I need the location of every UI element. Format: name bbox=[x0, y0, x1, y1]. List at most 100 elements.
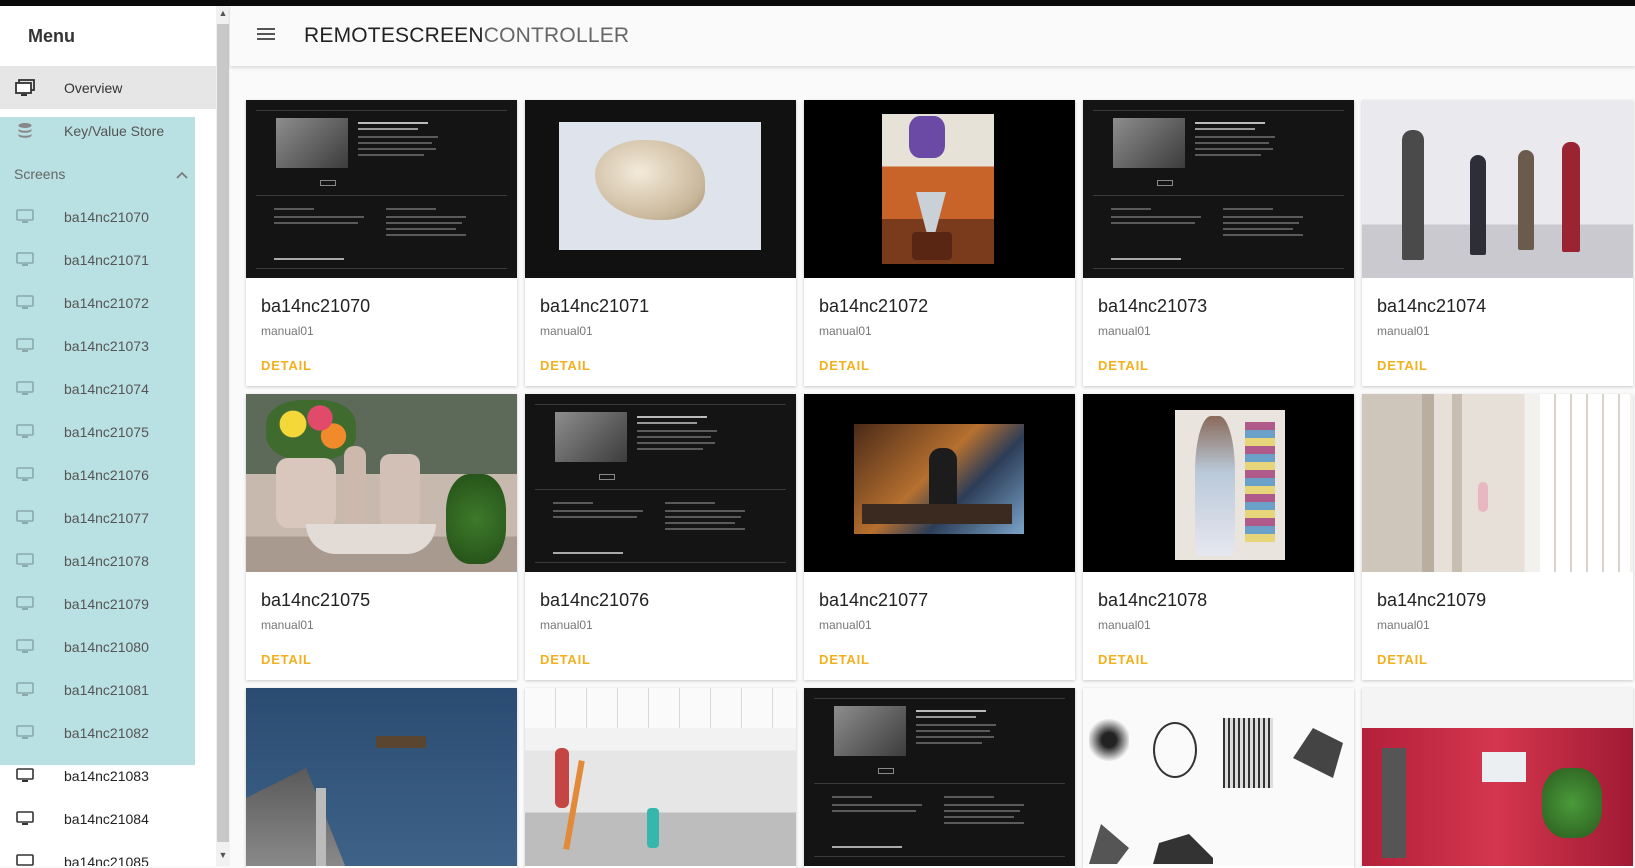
sidebar-screen-label: ba14nc21084 bbox=[64, 810, 149, 827]
menu-toggle-button[interactable] bbox=[242, 27, 290, 46]
desktop-icon bbox=[0, 681, 64, 698]
card-title: ba14nc21076 bbox=[540, 590, 650, 610]
card-subtitle: manual01 bbox=[540, 324, 593, 338]
sidebar-item-key-value-store[interactable]: Key/Value Store bbox=[0, 109, 216, 152]
screen-card bbox=[1362, 688, 1633, 868]
sidebar-screen-label: ba14nc21074 bbox=[64, 380, 149, 397]
detail-button[interactable]: DETAIL bbox=[540, 358, 591, 373]
sidebar-screen-item[interactable]: ba14nc21078 bbox=[0, 539, 216, 582]
sidebar-screen-item[interactable]: ba14nc21081 bbox=[0, 668, 216, 711]
screen-card bbox=[1083, 688, 1354, 868]
sidebar-screen-label: ba14nc21077 bbox=[64, 509, 149, 526]
sidebar-item-overview[interactable]: Overview bbox=[0, 66, 216, 109]
screen-thumbnail[interactable] bbox=[246, 394, 517, 572]
sidebar-screen-item[interactable]: ba14nc21075 bbox=[0, 410, 216, 453]
detail-button[interactable]: DETAIL bbox=[819, 358, 870, 373]
desktop-icon bbox=[0, 208, 64, 225]
screen-thumbnail[interactable] bbox=[804, 688, 1075, 866]
sidebar-screen-label: ba14nc21082 bbox=[64, 724, 149, 741]
sidebar-item-label: Key/Value Store bbox=[64, 122, 165, 139]
sidebar-screen-item[interactable]: ba14nc21083 bbox=[0, 754, 216, 797]
desktop-icon bbox=[0, 810, 64, 827]
card-info: ba14nc21079 manual01 DETAIL bbox=[1362, 572, 1633, 669]
app-title-bold: REMOTESCREEN bbox=[304, 24, 484, 47]
screen-thumbnail[interactable] bbox=[1083, 394, 1354, 572]
card-title: ba14nc21078 bbox=[1098, 590, 1208, 610]
card-info: ba14nc21070 manual01 DETAIL bbox=[246, 278, 517, 375]
screen-card: ba14nc21070 manual01 DETAIL bbox=[246, 100, 517, 386]
sidebar-screen-item[interactable]: ba14nc21072 bbox=[0, 281, 216, 324]
sidebar-screen-item[interactable]: ba14nc21084 bbox=[0, 797, 216, 840]
screen-thumbnail[interactable] bbox=[1362, 100, 1633, 278]
sidebar-screen-item[interactable]: ba14nc21085 bbox=[0, 840, 216, 866]
nav-list: Overview Key/Value Store Screens ba14nc2… bbox=[0, 66, 216, 866]
scrollbar-thumb[interactable] bbox=[217, 24, 229, 842]
card-title: ba14nc21074 bbox=[1377, 296, 1487, 316]
sidebar-screen-label: ba14nc21081 bbox=[64, 681, 149, 698]
detail-button[interactable]: DETAIL bbox=[1377, 358, 1428, 373]
screen-card: ba14nc21075 manual01 DETAIL bbox=[246, 394, 517, 680]
screen-card: ba14nc21073 manual01 DETAIL bbox=[1083, 100, 1354, 386]
detail-button[interactable]: DETAIL bbox=[540, 652, 591, 667]
card-subtitle: manual01 bbox=[261, 618, 314, 632]
sidebar-screen-item[interactable]: ba14nc21073 bbox=[0, 324, 216, 367]
screen-thumbnail[interactable] bbox=[525, 394, 796, 572]
screen-card: ba14nc21072 manual01 DETAIL bbox=[804, 100, 1075, 386]
card-subtitle: manual01 bbox=[1098, 618, 1151, 632]
desktop-icon bbox=[0, 552, 64, 569]
card-title: ba14nc21072 bbox=[819, 296, 929, 316]
desktop-icon bbox=[0, 337, 64, 354]
detail-button[interactable]: DETAIL bbox=[261, 652, 312, 667]
sidebar-screen-item[interactable]: ba14nc21077 bbox=[0, 496, 216, 539]
detail-button[interactable]: DETAIL bbox=[1098, 358, 1149, 373]
sidebar-section-screens[interactable]: Screens bbox=[0, 152, 216, 195]
sidebar-screen-item[interactable]: ba14nc21079 bbox=[0, 582, 216, 625]
sidebar-screen-item[interactable]: ba14nc21076 bbox=[0, 453, 216, 496]
sidebar-screen-item[interactable]: ba14nc21080 bbox=[0, 625, 216, 668]
screen-thumbnail[interactable] bbox=[246, 688, 517, 866]
sidebar-screen-item[interactable]: ba14nc21070 bbox=[0, 195, 216, 238]
detail-button[interactable]: DETAIL bbox=[1098, 652, 1149, 667]
screen-card-grid: ba14nc21070 manual01 DETAIL ba14nc21071 manu… bbox=[246, 100, 1635, 868]
scroll-up-arrow-icon[interactable]: ▲ bbox=[216, 8, 230, 22]
card-info: ba14nc21077 manual01 DETAIL bbox=[804, 572, 1075, 669]
sidebar-screen-label: ba14nc21079 bbox=[64, 595, 149, 612]
screen-thumbnail[interactable] bbox=[246, 100, 517, 278]
sidebar-screen-item[interactable]: ba14nc21071 bbox=[0, 238, 216, 281]
desktop-icon bbox=[0, 509, 64, 526]
screen-thumbnail[interactable] bbox=[1083, 100, 1354, 278]
screen-thumbnail[interactable] bbox=[1362, 688, 1633, 866]
detail-button[interactable]: DETAIL bbox=[1377, 652, 1428, 667]
screen-thumbnail[interactable] bbox=[804, 100, 1075, 278]
sidebar: Menu Overview Key/Value Store Screens ba… bbox=[0, 6, 216, 866]
card-subtitle: manual01 bbox=[1377, 618, 1430, 632]
card-info: ba14nc21074 manual01 DETAIL bbox=[1362, 278, 1633, 375]
desktop-icon bbox=[0, 767, 64, 784]
screen-card bbox=[804, 688, 1075, 868]
sidebar-screen-item[interactable]: ba14nc21074 bbox=[0, 367, 216, 410]
screen-thumbnail[interactable] bbox=[525, 688, 796, 866]
desktop-icon bbox=[0, 466, 64, 483]
desktop-icon bbox=[0, 595, 64, 612]
card-subtitle: manual01 bbox=[819, 324, 872, 338]
scroll-down-arrow-icon[interactable]: ▼ bbox=[216, 850, 230, 864]
sidebar-screen-item[interactable]: ba14nc21082 bbox=[0, 711, 216, 754]
screen-thumbnail[interactable] bbox=[1083, 688, 1354, 866]
detail-button[interactable]: DETAIL bbox=[819, 652, 870, 667]
screen-thumbnail[interactable] bbox=[525, 100, 796, 278]
sidebar-item-label: Overview bbox=[64, 79, 123, 96]
screen-thumbnail[interactable] bbox=[1362, 394, 1633, 572]
desktop-icon bbox=[0, 251, 64, 268]
desktop-icon bbox=[0, 294, 64, 311]
sidebar-screen-label: ba14nc21083 bbox=[64, 767, 149, 784]
card-subtitle: manual01 bbox=[540, 618, 593, 632]
screen-card: ba14nc21071 manual01 DETAIL bbox=[525, 100, 796, 386]
card-info: ba14nc21075 manual01 DETAIL bbox=[246, 572, 517, 669]
sidebar-scrollbar[interactable]: ▲ ▼ bbox=[216, 6, 230, 866]
card-info: ba14nc21078 manual01 DETAIL bbox=[1083, 572, 1354, 669]
card-title: ba14nc21070 bbox=[261, 296, 371, 316]
screen-thumbnail[interactable] bbox=[804, 394, 1075, 572]
detail-button[interactable]: DETAIL bbox=[261, 358, 312, 373]
card-info: ba14nc21072 manual01 DETAIL bbox=[804, 278, 1075, 375]
desktop-icon bbox=[0, 423, 64, 440]
